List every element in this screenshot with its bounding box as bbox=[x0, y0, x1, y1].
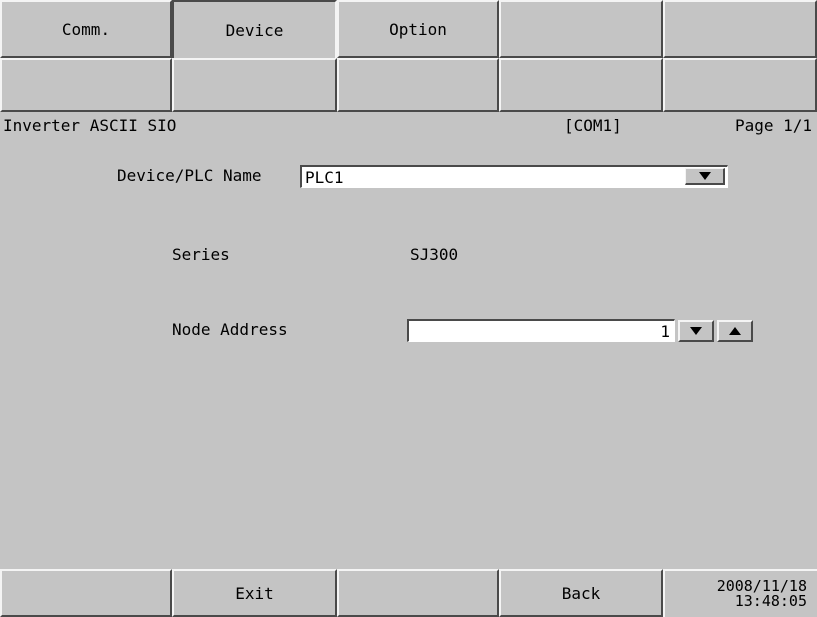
device-plc-name-value: PLC1 bbox=[305, 168, 344, 187]
tab-bar: Comm. Device Option bbox=[0, 0, 817, 58]
port-label: [COM1] bbox=[564, 116, 622, 135]
function-button-1[interactable] bbox=[0, 58, 172, 112]
function-button-5[interactable] bbox=[663, 58, 817, 112]
node-address-increment-button[interactable] bbox=[717, 320, 753, 342]
tab-comm[interactable]: Comm. bbox=[0, 0, 172, 58]
clock-display: 2008/11/18 13:48:05 bbox=[663, 569, 817, 617]
bottom-bar: Exit Back 2008/11/18 13:48:05 bbox=[0, 569, 817, 617]
bottom-button-1[interactable] bbox=[0, 569, 172, 617]
function-button-3[interactable] bbox=[337, 58, 499, 112]
function-button-4[interactable] bbox=[499, 58, 663, 112]
triangle-down-icon bbox=[690, 327, 702, 335]
tab-empty-4[interactable] bbox=[499, 0, 663, 58]
series-value: SJ300 bbox=[410, 245, 459, 264]
tab-option[interactable]: Option bbox=[337, 0, 499, 58]
device-plc-name-select[interactable]: PLC1 bbox=[300, 165, 728, 188]
function-button-2[interactable] bbox=[172, 58, 337, 112]
page-indicator: Page 1/1 bbox=[735, 116, 813, 135]
node-address-input[interactable]: 1 bbox=[407, 319, 675, 342]
tab-device[interactable]: Device bbox=[172, 0, 337, 58]
driver-name: Inverter ASCII SIO bbox=[3, 116, 177, 135]
series-label: Series bbox=[172, 245, 230, 264]
device-plc-name-label: Device/PLC Name bbox=[117, 166, 262, 185]
dropdown-button[interactable] bbox=[685, 168, 725, 185]
bottom-button-3[interactable] bbox=[337, 569, 499, 617]
node-address-label: Node Address bbox=[172, 320, 288, 339]
node-address-value: 1 bbox=[660, 322, 670, 341]
back-button[interactable]: Back bbox=[499, 569, 663, 617]
triangle-up-icon bbox=[729, 327, 741, 335]
clock-time: 13:48:05 bbox=[734, 592, 807, 610]
node-address-decrement-button[interactable] bbox=[678, 320, 714, 342]
tab-empty-5[interactable] bbox=[663, 0, 817, 58]
exit-button[interactable]: Exit bbox=[172, 569, 337, 617]
triangle-down-icon bbox=[698, 172, 711, 180]
function-button-row bbox=[0, 58, 817, 112]
info-bar: Inverter ASCII SIO [COM1] Page 1/1 bbox=[0, 114, 817, 136]
